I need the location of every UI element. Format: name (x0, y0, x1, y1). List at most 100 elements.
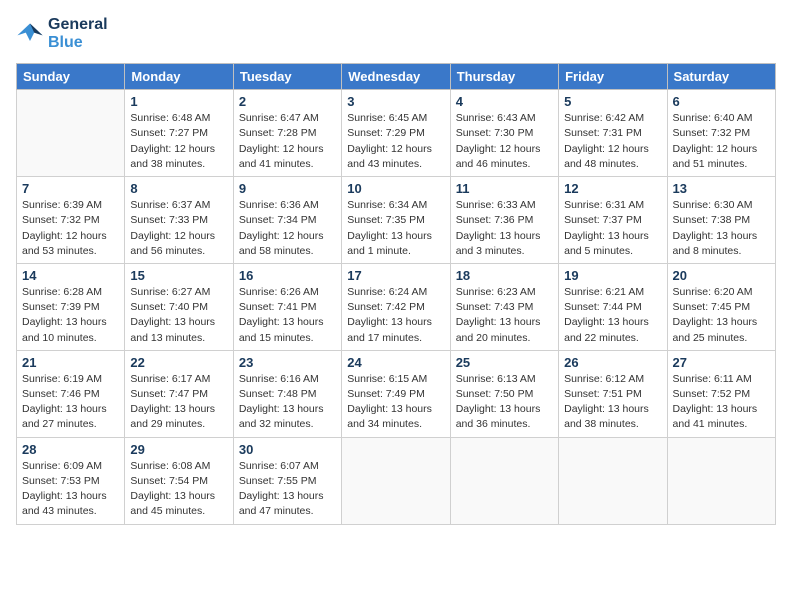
day-info: Sunrise: 6:11 AMSunset: 7:52 PMDaylight:… (673, 372, 770, 433)
daylight-label: Daylight: 12 hours (564, 142, 661, 157)
daylight-label: Daylight: 12 hours (130, 229, 227, 244)
calendar-cell: 4Sunrise: 6:43 AMSunset: 7:30 PMDaylight… (450, 90, 558, 177)
day-number: 8 (130, 181, 227, 196)
calendar-cell: 28 Sunrise: 6:09 AMSunset: 7:53 PMDayligh… (17, 437, 125, 524)
day-number: 1 (130, 94, 227, 109)
daylight-value: and 20 minutes. (456, 331, 553, 346)
daylight-label: Daylight: 13 hours (673, 402, 770, 417)
daylight-value: and 38 minutes. (564, 417, 661, 432)
daylight-value: and 41 minutes. (239, 157, 336, 172)
day-info: Sunrise: 6:19 AMSunset: 7:46 PMDaylight:… (22, 372, 119, 433)
calendar-cell: 10Sunrise: 6:34 AMSunset: 7:35 PMDayligh… (342, 177, 450, 264)
logo: General Blue (16, 16, 108, 51)
sunset-line: Sunset: 7:55 PM (239, 474, 336, 489)
calendar-cell: 11Sunrise: 6:33 AMSunset: 7:36 PMDayligh… (450, 177, 558, 264)
daylight-label: Daylight: 13 hours (130, 402, 227, 417)
weekday-header-row: SundayMondayTuesdayWednesdayThursdayFrid… (17, 64, 776, 90)
daylight-label: Daylight: 13 hours (456, 229, 553, 244)
day-number: 21 (22, 355, 119, 370)
sunset-line: Sunset: 7:45 PM (673, 300, 770, 315)
daylight-value: and 27 minutes. (22, 417, 119, 432)
calendar-cell: 1 Sunrise: 6:48 AMSunset: 7:27 PMDaylight… (125, 90, 233, 177)
weekday-header-wednesday: Wednesday (342, 64, 450, 90)
calendar-cell: 20 Sunrise: 6:20 AMSunset: 7:45 PMDayligh… (667, 263, 775, 350)
calendar-cell: 30Sunrise: 6:07 AMSunset: 7:55 PMDayligh… (233, 437, 341, 524)
week-row-1: 1Sunrise: 6:48 AMSunset: 7:27 PMDaylight… (17, 90, 776, 177)
week-row-5: 28 Sunrise: 6:09 AMSunset: 7:53 PMDayligh… (17, 437, 776, 524)
logo-icon (16, 20, 44, 48)
day-info: Sunrise: 6:20 AMSunset: 7:45 PMDaylight:… (673, 285, 770, 346)
daylight-label: Daylight: 12 hours (130, 142, 227, 157)
weekday-header-saturday: Saturday (667, 64, 775, 90)
sunrise-line: Sunrise: 6:36 AM (239, 198, 336, 213)
calendar-cell: 24Sunrise: 6:15 AMSunset: 7:49 PMDayligh… (342, 350, 450, 437)
logo-text-line1: General (48, 16, 108, 34)
daylight-label: Daylight: 13 hours (347, 402, 444, 417)
day-info: Sunrise: 6:45 AMSunset: 7:29 PMDaylight:… (347, 111, 444, 172)
day-info: Sunrise: 6:24 AMSunset: 7:42 PMDaylight:… (347, 285, 444, 346)
weekday-header-thursday: Thursday (450, 64, 558, 90)
day-number: 28 (22, 442, 119, 457)
day-number: 26 (564, 355, 661, 370)
day-number: 17 (347, 268, 444, 283)
day-number: 7 (22, 181, 119, 196)
sunrise-line: Sunrise: 6:28 AM (22, 285, 119, 300)
day-number: 6 (673, 94, 770, 109)
sunrise-line: Sunrise: 6:08 AM (130, 459, 227, 474)
calendar-cell: 16Sunrise: 6:26 AMSunset: 7:41 PMDayligh… (233, 263, 341, 350)
sunset-line: Sunset: 7:40 PM (130, 300, 227, 315)
sunrise-line: Sunrise: 6:24 AM (347, 285, 444, 300)
sunset-line: Sunset: 7:32 PM (673, 126, 770, 141)
day-info: Sunrise: 6:12 AMSunset: 7:51 PMDaylight:… (564, 372, 661, 433)
sunrise-line: Sunrise: 6:48 AM (130, 111, 227, 126)
sunrise-line: Sunrise: 6:20 AM (673, 285, 770, 300)
daylight-value: and 36 minutes. (456, 417, 553, 432)
day-number: 29 (130, 442, 227, 457)
day-info: Sunrise: 6:16 AMSunset: 7:48 PMDaylight:… (239, 372, 336, 433)
daylight-label: Daylight: 12 hours (239, 229, 336, 244)
calendar-cell: 21 Sunrise: 6:19 AMSunset: 7:46 PMDayligh… (17, 350, 125, 437)
day-info: Sunrise: 6:17 AMSunset: 7:47 PMDaylight:… (130, 372, 227, 433)
sunrise-line: Sunrise: 6:30 AM (673, 198, 770, 213)
sunrise-line: Sunrise: 6:12 AM (564, 372, 661, 387)
day-number: 18 (456, 268, 553, 283)
sunrise-line: Sunrise: 6:09 AM (22, 459, 119, 474)
day-info: Sunrise: 6:21 AMSunset: 7:44 PMDaylight:… (564, 285, 661, 346)
daylight-value: and 29 minutes. (130, 417, 227, 432)
day-number: 9 (239, 181, 336, 196)
sunset-line: Sunset: 7:33 PM (130, 213, 227, 228)
day-number: 20 (673, 268, 770, 283)
day-info: Sunrise: 6:09 AMSunset: 7:53 PMDaylight:… (22, 459, 119, 520)
sunset-line: Sunset: 7:50 PM (456, 387, 553, 402)
day-number: 12 (564, 181, 661, 196)
daylight-value: and 43 minutes. (347, 157, 444, 172)
sunset-line: Sunset: 7:30 PM (456, 126, 553, 141)
calendar-cell: 26 Sunrise: 6:12 AMSunset: 7:51 PMDayligh… (559, 350, 667, 437)
day-info: Sunrise: 6:40 AMSunset: 7:32 PMDaylight:… (673, 111, 770, 172)
calendar-cell: 9Sunrise: 6:36 AMSunset: 7:34 PMDaylight… (233, 177, 341, 264)
daylight-label: Daylight: 13 hours (130, 315, 227, 330)
sunset-line: Sunset: 7:52 PM (673, 387, 770, 402)
daylight-label: Daylight: 12 hours (347, 142, 444, 157)
sunrise-line: Sunrise: 6:39 AM (22, 198, 119, 213)
sunset-line: Sunset: 7:37 PM (564, 213, 661, 228)
daylight-value: and 46 minutes. (456, 157, 553, 172)
calendar-cell: 22Sunrise: 6:17 AMSunset: 7:47 PMDayligh… (125, 350, 233, 437)
sunset-line: Sunset: 7:27 PM (130, 126, 227, 141)
calendar-cell: 2Sunrise: 6:47 AMSunset: 7:28 PMDaylight… (233, 90, 341, 177)
weekday-header-sunday: Sunday (17, 64, 125, 90)
sunrise-line: Sunrise: 6:31 AM (564, 198, 661, 213)
sunset-line: Sunset: 7:35 PM (347, 213, 444, 228)
day-number: 24 (347, 355, 444, 370)
calendar-cell: 23Sunrise: 6:16 AMSunset: 7:48 PMDayligh… (233, 350, 341, 437)
daylight-value: and 5 minutes. (564, 244, 661, 259)
sunrise-line: Sunrise: 6:23 AM (456, 285, 553, 300)
sunset-line: Sunset: 7:31 PM (564, 126, 661, 141)
calendar-cell: 19Sunrise: 6:21 AMSunset: 7:44 PMDayligh… (559, 263, 667, 350)
daylight-label: Daylight: 13 hours (347, 229, 444, 244)
daylight-value: and 8 minutes. (673, 244, 770, 259)
calendar-cell: 5Sunrise: 6:42 AMSunset: 7:31 PMDaylight… (559, 90, 667, 177)
calendar-cell (667, 437, 775, 524)
sunset-line: Sunset: 7:39 PM (22, 300, 119, 315)
calendar-cell: 29Sunrise: 6:08 AMSunset: 7:54 PMDayligh… (125, 437, 233, 524)
